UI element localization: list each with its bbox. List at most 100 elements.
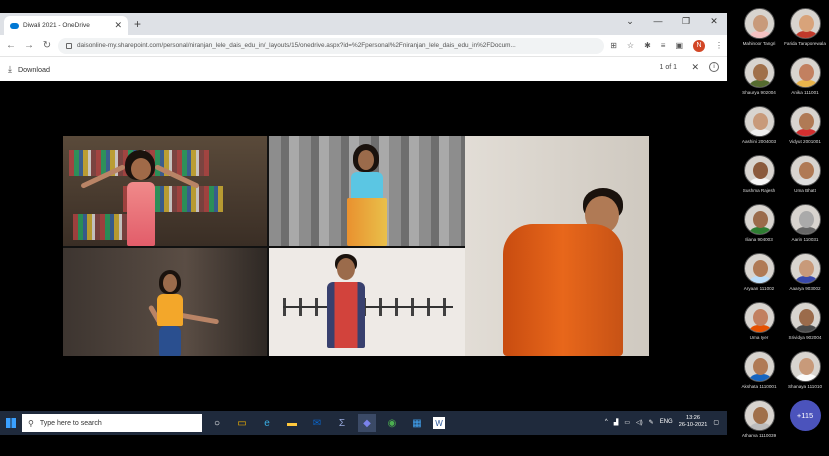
participant-tile[interactable]: Shaurya 902004	[736, 57, 782, 106]
participant-avatar	[743, 302, 775, 333]
participant-tile[interactable]: Anika 111001	[782, 57, 828, 106]
install-app-icon[interactable]: ⊞	[610, 41, 617, 50]
participant-avatar	[743, 351, 775, 382]
participant-tile[interactable]: Aarin 110031	[782, 204, 828, 253]
url-text: daisonline-my.sharepoint.com/personal/ni…	[77, 42, 516, 49]
video-tile-library-dancer	[63, 136, 267, 246]
volume-icon[interactable]: ◁)	[636, 419, 643, 426]
download-button[interactable]: Download	[18, 65, 50, 74]
participant-tile[interactable]: Uma Bhatt	[782, 155, 828, 204]
taskbar-apps: ○ ▭ e ▬ ✉ Σ ◆ ◉ ▦ W	[208, 414, 445, 432]
participants-grid: Mahinoor Tangri Farida Taraporewala Shaury…	[736, 8, 829, 449]
battery-icon[interactable]: ▭	[624, 419, 630, 426]
tab-search-icon[interactable]: ⌄	[625, 16, 635, 27]
toolbar-icons: ⊞ ☆ ✱ ≡ ▣ N ⋮	[610, 39, 723, 52]
participant-avatar	[789, 8, 821, 39]
back-arrow-icon[interactable]: ←	[4, 40, 18, 51]
clock-date: 26-10-2021	[678, 422, 708, 428]
outlook-icon[interactable]: ✉	[308, 414, 326, 432]
system-clock[interactable]: 13:26 26-10-2021	[679, 415, 708, 429]
participant-tile[interactable]: Shanaya 111010	[782, 351, 828, 400]
reading-list-icon[interactable]: ▣	[675, 41, 683, 50]
page-counter: 1 of 1	[659, 64, 677, 71]
bookshelf	[73, 214, 133, 240]
participant-avatar	[789, 106, 821, 137]
media-icon[interactable]: ≡	[661, 41, 666, 50]
window-controls: ⌄ — ❐ ✕	[625, 16, 719, 27]
extensions-icon[interactable]: ✱	[644, 41, 651, 50]
participant-name: Farida Taraporewala	[784, 41, 826, 46]
download-icon[interactable]: ⤓	[8, 64, 12, 75]
start-button[interactable]	[0, 411, 22, 435]
search-icon: ⚲	[28, 418, 34, 428]
screen: Diwali 2021 - OneDrive ✕ + ⌄ — ❐ ✕ ← → ↻…	[0, 0, 829, 456]
system-tray: ^ ▟ ▭ ◁) ✎ ENG 13:26 26-10-2021 ▢	[605, 415, 719, 429]
forward-arrow-icon[interactable]: →	[22, 40, 36, 51]
more-participants-badge[interactable]: +115	[789, 400, 821, 431]
participant-name: Akshata 1110001	[741, 384, 777, 389]
bookmark-star-icon[interactable]: ☆	[627, 41, 634, 50]
participant-avatar	[743, 106, 775, 137]
participant-tile[interactable]: Atharva 1110039	[736, 400, 782, 449]
search-placeholder: Type here to search	[39, 419, 102, 427]
reload-icon[interactable]: ↻	[40, 40, 54, 51]
participant-avatar	[789, 155, 821, 186]
participant-tile[interactable]: Vidyut 2001001	[782, 106, 828, 155]
participant-avatar	[789, 351, 821, 382]
browser-tab[interactable]: Diwali 2021 - OneDrive ✕	[4, 16, 128, 35]
close-window-button[interactable]: ✕	[709, 16, 719, 27]
participant-tile[interactable]: Aaarya 903002	[782, 253, 828, 302]
participant-avatar	[743, 400, 775, 431]
chevron-up-icon[interactable]: ^	[605, 419, 608, 425]
participant-tile[interactable]: Iliana 904003	[736, 204, 782, 253]
video-tile-saree-dancer	[269, 136, 465, 246]
word-icon[interactable]: W	[433, 417, 445, 429]
calculator-icon[interactable]: Σ	[333, 414, 351, 432]
tab-title: Diwali 2021 - OneDrive	[23, 22, 90, 29]
participant-name: Vidyut 2001001	[789, 139, 821, 144]
participant-tile[interactable]: Aryaan 111002	[736, 253, 782, 302]
participant-tile[interactable]: Akshata 1110001	[736, 351, 782, 400]
onedrive-icon	[10, 22, 19, 29]
close-preview-icon[interactable]: ✕	[691, 62, 699, 73]
teams-icon[interactable]: ◆	[358, 414, 376, 432]
participant-name: Atharva 1110039	[741, 433, 777, 438]
participant-name: Sushma Rajesh	[742, 188, 776, 193]
menu-kebab-icon[interactable]: ⋮	[715, 41, 723, 50]
navigation-bar: ← → ↻ daisonline-my.sharepoint.com/perso…	[0, 35, 727, 57]
chrome-icon[interactable]: ◉	[383, 414, 401, 432]
edge-icon[interactable]: e	[258, 414, 276, 432]
participant-avatar	[743, 155, 775, 186]
file-explorer-icon[interactable]: ▬	[283, 414, 301, 432]
participant-tile[interactable]: Mahinoor Tangri	[736, 8, 782, 57]
video-tile-orange-kurta	[465, 136, 649, 356]
task-view-icon[interactable]: ○	[208, 414, 226, 432]
maximize-button[interactable]: ❐	[681, 16, 691, 27]
shared-video	[63, 136, 649, 356]
pen-icon[interactable]: ✎	[649, 419, 654, 426]
address-bar[interactable]: daisonline-my.sharepoint.com/personal/ni…	[58, 37, 605, 54]
info-icon[interactable]: i	[709, 62, 719, 72]
profile-avatar[interactable]: N	[693, 39, 705, 52]
photos-icon[interactable]: ▦	[408, 414, 426, 432]
participant-tile[interactable]: Srividya 902004	[782, 302, 828, 351]
new-tab-button[interactable]: +	[134, 17, 141, 31]
language-indicator[interactable]: ENG	[660, 419, 673, 425]
participant-tile[interactable]: Uma Iyer	[736, 302, 782, 351]
more-participants-tile[interactable]: +115	[782, 400, 828, 449]
taskbar-search-box[interactable]: ⚲ Type here to search	[22, 414, 202, 432]
minimize-button[interactable]: —	[653, 16, 663, 27]
notifications-icon[interactable]: ▢	[713, 419, 719, 426]
taskbar-widget-icon[interactable]: ▭	[233, 414, 251, 432]
video-tile-wardrobe-dancer	[63, 248, 267, 356]
participant-avatar	[743, 204, 775, 235]
participant-avatar	[743, 8, 775, 39]
tab-close-icon[interactable]: ✕	[114, 20, 122, 31]
participant-tile[interactable]: Farida Taraporewala	[782, 8, 828, 57]
participant-name: Aryaan 111002	[743, 286, 775, 291]
document-toolbar: ⤓ Download 1 of 1 ✕ i	[0, 57, 727, 81]
participant-tile[interactable]: Aashini 2004003	[736, 106, 782, 155]
network-icon[interactable]: ▟	[614, 419, 619, 426]
clock-time: 13:26	[686, 415, 701, 421]
participant-tile[interactable]: Sushma Rajesh	[736, 155, 782, 204]
